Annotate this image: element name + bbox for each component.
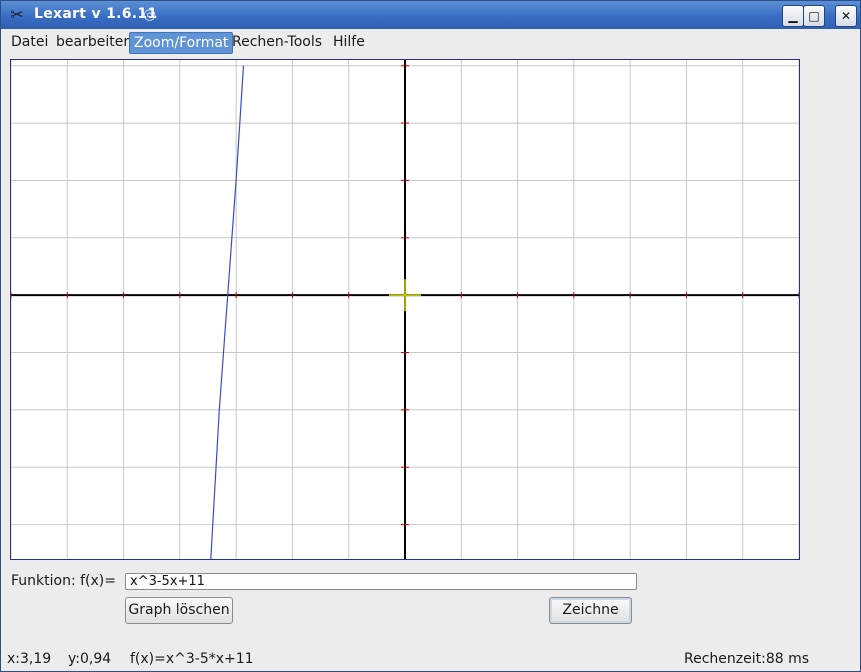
maximize-icon: □ — [808, 9, 820, 23]
function-label: Funktion: f(x)= — [11, 573, 116, 589]
menu-datei[interactable]: Datei — [7, 32, 52, 52]
clear-graph-button[interactable]: Graph löschen — [125, 597, 233, 624]
graph-canvas[interactable] — [10, 59, 800, 560]
function-input[interactable] — [125, 573, 637, 590]
minimize-icon: ▁ — [788, 9, 798, 23]
title-bar[interactable]: ✂ Lexart v 1.6.11 ◎ ▁ □ ✕ — [1, 1, 860, 29]
menu-bearbeiten[interactable]: bearbeiten — [52, 32, 136, 52]
menu-zoom-format[interactable]: Zoom/Format — [129, 32, 234, 54]
status-calc-time: Rechenzeit:88 ms — [684, 651, 810, 667]
close-button[interactable]: ✕ — [835, 5, 857, 27]
minimize-button[interactable]: ▁ — [782, 5, 804, 27]
menu-rechen-tools[interactable]: Rechen-Tools — [228, 32, 326, 52]
function-curve — [210, 65, 245, 559]
draw-button[interactable]: Zeichne — [549, 597, 632, 624]
status-function: f(x)=x^3-5*x+11 — [130, 651, 254, 667]
swirl-logo-icon: ◎ — [143, 5, 157, 23]
window-title: Lexart v 1.6.11 — [34, 6, 158, 22]
scissors-x-icon: ✂ — [10, 5, 24, 24]
menu-hilfe[interactable]: Hilfe — [329, 32, 369, 52]
app-window: ✂ Lexart v 1.6.11 ◎ ▁ □ ✕ Datei bearbeit… — [0, 0, 861, 672]
status-y-coordinate: y:0,94 — [68, 651, 112, 667]
menu-bar: Datei bearbeiten Zoom/Format Rechen-Tool… — [1, 29, 860, 55]
graph-svg[interactable] — [11, 60, 799, 559]
close-icon: ✕ — [840, 9, 852, 23]
status-x-coordinate: x:3,19 — [7, 651, 52, 667]
maximize-button[interactable]: □ — [803, 5, 825, 27]
